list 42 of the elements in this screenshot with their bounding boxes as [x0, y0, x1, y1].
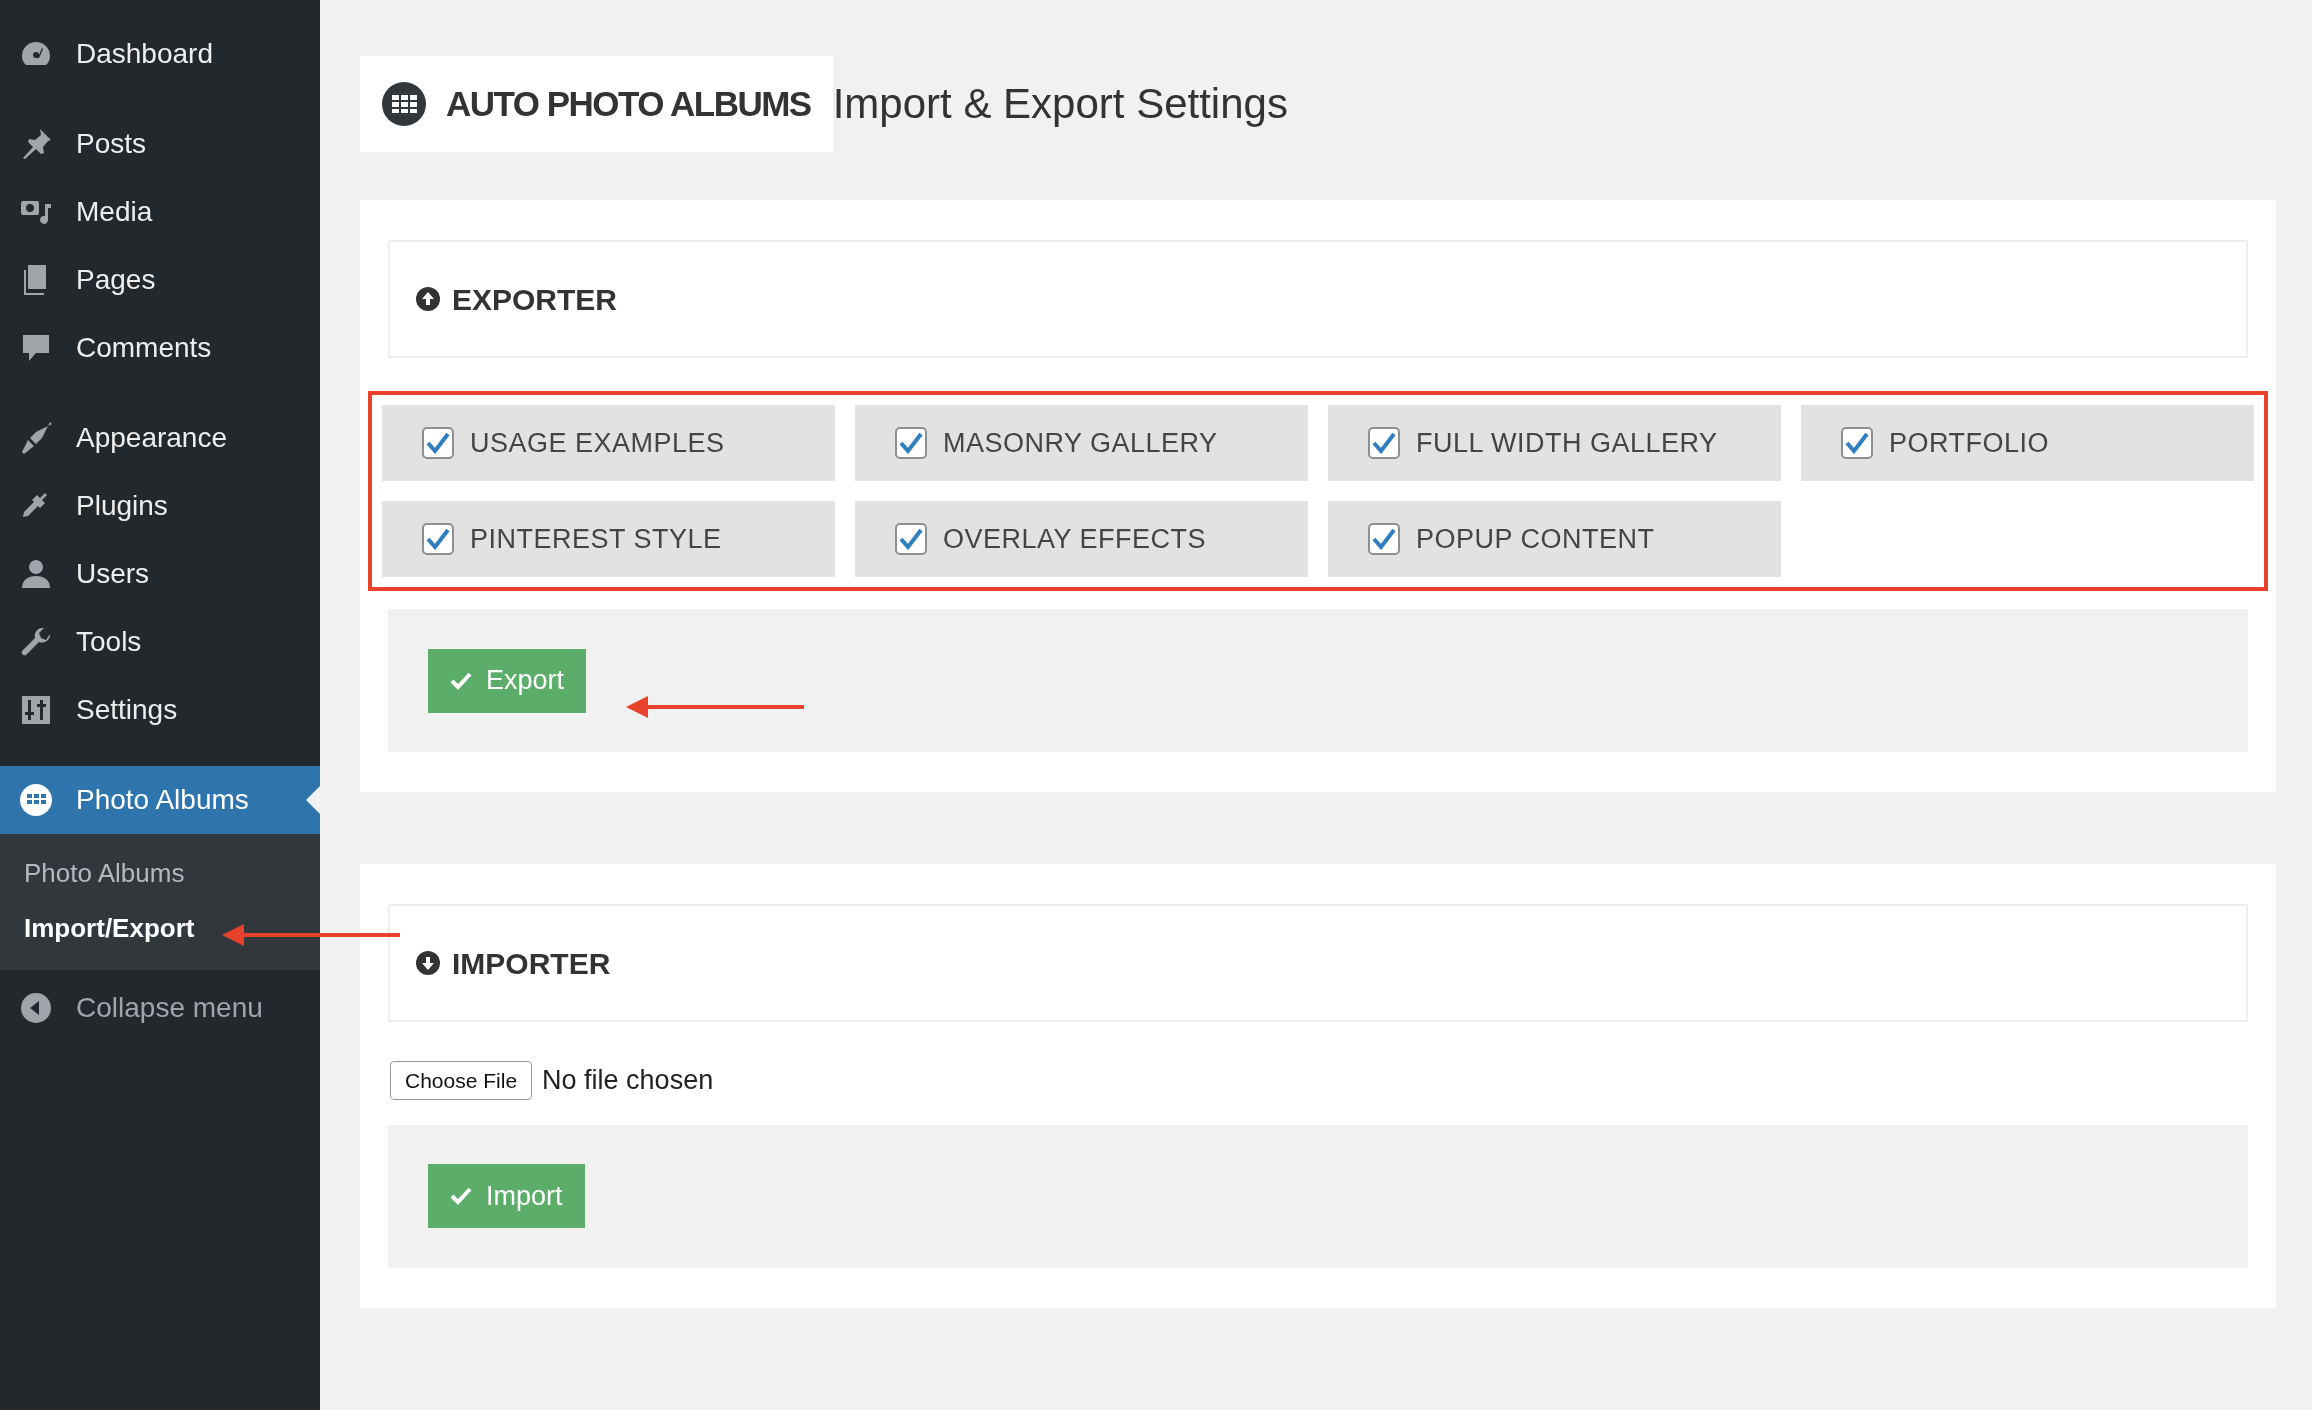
submenu-item[interactable]: Photo Albums	[0, 846, 320, 901]
logo-text: AUTO PHOTO ALBUMS	[446, 82, 811, 125]
sidebar-menu-item[interactable]: Appearance	[0, 404, 320, 472]
checkmark-icon	[450, 1187, 472, 1205]
sidebar-menu-item[interactable]: Pages	[0, 246, 320, 314]
checkbox[interactable]	[422, 523, 454, 555]
collapse-menu-button[interactable]: Collapse menu	[0, 974, 320, 1042]
export-option[interactable]: PORTFOLIO	[1801, 405, 2254, 481]
export-option[interactable]: POPUP CONTENT	[1328, 501, 1781, 577]
checkmark-icon	[450, 671, 472, 690]
sidebar-menu-item[interactable]: Posts	[0, 110, 320, 178]
upload-circle-icon	[416, 287, 440, 311]
checkbox[interactable]	[895, 523, 927, 555]
sidebar-menu-item[interactable]: Plugins	[0, 472, 320, 540]
checkbox[interactable]	[1368, 523, 1400, 555]
grid-circle-icon	[18, 782, 54, 818]
left-arrow-circle-icon	[18, 990, 54, 1026]
sidebar-menu-item[interactable]: Tools	[0, 608, 320, 676]
grid-logo-icon	[382, 82, 426, 126]
choose-file-button[interactable]: Choose File	[390, 1060, 533, 1100]
sidebar-menu-item[interactable]: Photo Albums	[0, 766, 320, 834]
page-title: Import & Export Settings	[832, 78, 1288, 129]
export-option[interactable]: FULL WIDTH GALLERY	[1328, 405, 1781, 481]
submenu-item[interactable]: Import/Export	[0, 901, 320, 956]
export-option[interactable]: MASONRY GALLERY	[855, 405, 1308, 481]
download-circle-icon	[416, 951, 440, 975]
sidebar-menu-item[interactable]: Comments	[0, 314, 320, 382]
section-title: EXPORTER	[452, 281, 618, 318]
checkbox[interactable]	[1368, 427, 1400, 459]
sidebar-menu-item[interactable]: Media	[0, 178, 320, 246]
export-option[interactable]: PINTEREST STYLE	[382, 501, 835, 577]
section-title: IMPORTER	[452, 945, 611, 982]
sidebar-menu-item[interactable]: Settings	[0, 676, 320, 744]
file-status: No file chosen	[542, 1064, 714, 1097]
checkbox[interactable]	[422, 427, 454, 459]
sidebar-menu-item[interactable]: Dashboard	[0, 20, 320, 88]
current-pointer-caret	[306, 786, 320, 814]
export-option[interactable]: USAGE EXAMPLES	[382, 405, 835, 481]
checkbox[interactable]	[895, 427, 927, 459]
export-option[interactable]: OVERLAY EFFECTS	[855, 501, 1308, 577]
sidebar-menu-item[interactable]: Users	[0, 540, 320, 608]
checkbox[interactable]	[1841, 427, 1873, 459]
